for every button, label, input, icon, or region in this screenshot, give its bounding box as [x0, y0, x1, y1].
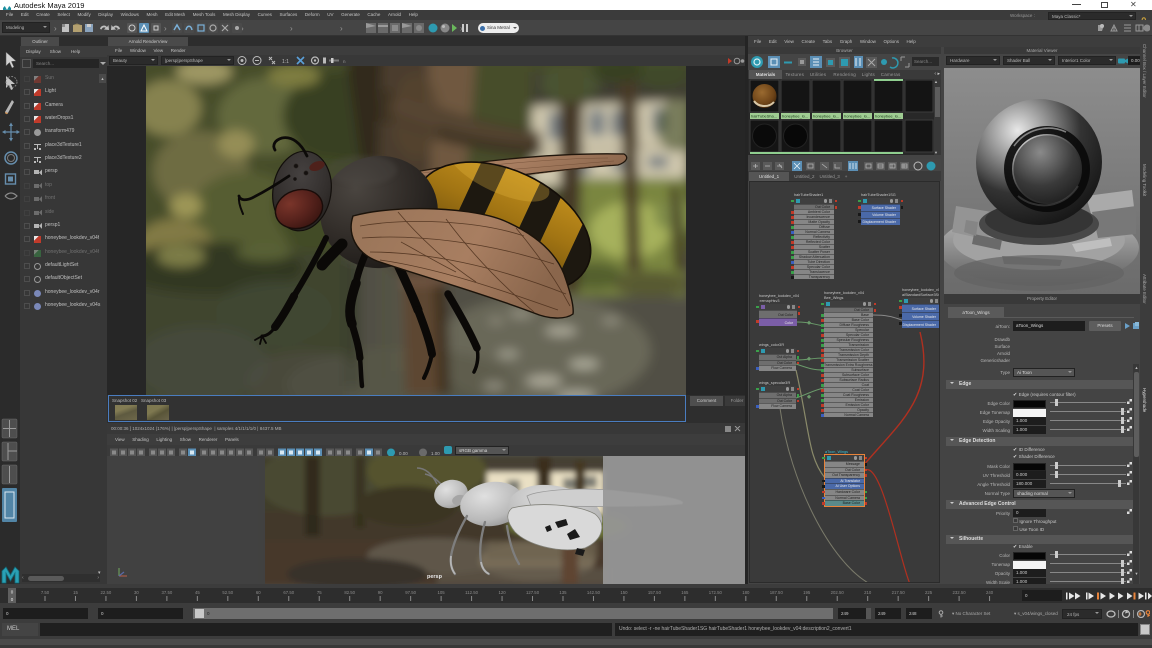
- svg-text:165: 165: [681, 590, 689, 595]
- svg-text:honeybee_lo...: honeybee_lo...: [782, 114, 808, 119]
- svg-text:120: 120: [498, 590, 506, 595]
- svg-text:127.50: 127.50: [526, 590, 540, 595]
- svg-text:232.50: 232.50: [953, 590, 967, 595]
- svg-text:1:1: 1:1: [282, 59, 289, 65]
- svg-text:150: 150: [620, 590, 628, 595]
- svg-text:210: 210: [864, 590, 872, 595]
- svg-text:37.50: 37.50: [161, 590, 172, 595]
- svg-text:›: ›: [340, 24, 343, 33]
- svg-text:hairTubeSha...: hairTubeSha...: [751, 114, 777, 119]
- svg-text:30: 30: [134, 590, 139, 595]
- svg-text:105: 105: [438, 590, 446, 595]
- svg-text:135: 135: [559, 590, 567, 595]
- svg-text:›: ›: [164, 24, 167, 33]
- svg-text:217.50: 217.50: [892, 590, 906, 595]
- svg-text:75: 75: [317, 590, 322, 595]
- svg-text:180: 180: [742, 590, 750, 595]
- svg-text:n: n: [343, 59, 346, 64]
- svg-text:97.50: 97.50: [405, 590, 416, 595]
- svg-text:112.50: 112.50: [465, 590, 478, 595]
- svg-text:67.50: 67.50: [283, 590, 294, 595]
- svg-text:15: 15: [73, 590, 78, 595]
- svg-text:240: 240: [986, 590, 994, 595]
- svg-text:202.50: 202.50: [831, 590, 845, 595]
- svg-text:52.50: 52.50: [222, 590, 233, 595]
- svg-text:187.50: 187.50: [770, 590, 784, 595]
- svg-text:›: ›: [54, 24, 57, 33]
- svg-text:persp: persp: [427, 574, 443, 580]
- svg-text:142.50: 142.50: [587, 590, 601, 595]
- svg-text:›: ›: [290, 24, 293, 33]
- svg-text:90: 90: [378, 590, 383, 595]
- svg-text:225: 225: [925, 590, 933, 595]
- svg-text:45: 45: [195, 590, 200, 595]
- svg-text:60: 60: [256, 590, 261, 595]
- svg-text:195: 195: [803, 590, 811, 595]
- svg-text:22.50: 22.50: [101, 590, 112, 595]
- svg-text:7.50: 7.50: [41, 590, 50, 595]
- svg-text:157.50: 157.50: [648, 590, 662, 595]
- svg-text:honeybee_lo...: honeybee_lo...: [875, 114, 901, 119]
- svg-text:82.50: 82.50: [344, 590, 355, 595]
- svg-text:honeybee_lo...: honeybee_lo...: [813, 114, 839, 119]
- svg-text:172.50: 172.50: [709, 590, 723, 595]
- svg-text:honeybee_lo...: honeybee_lo...: [844, 114, 870, 119]
